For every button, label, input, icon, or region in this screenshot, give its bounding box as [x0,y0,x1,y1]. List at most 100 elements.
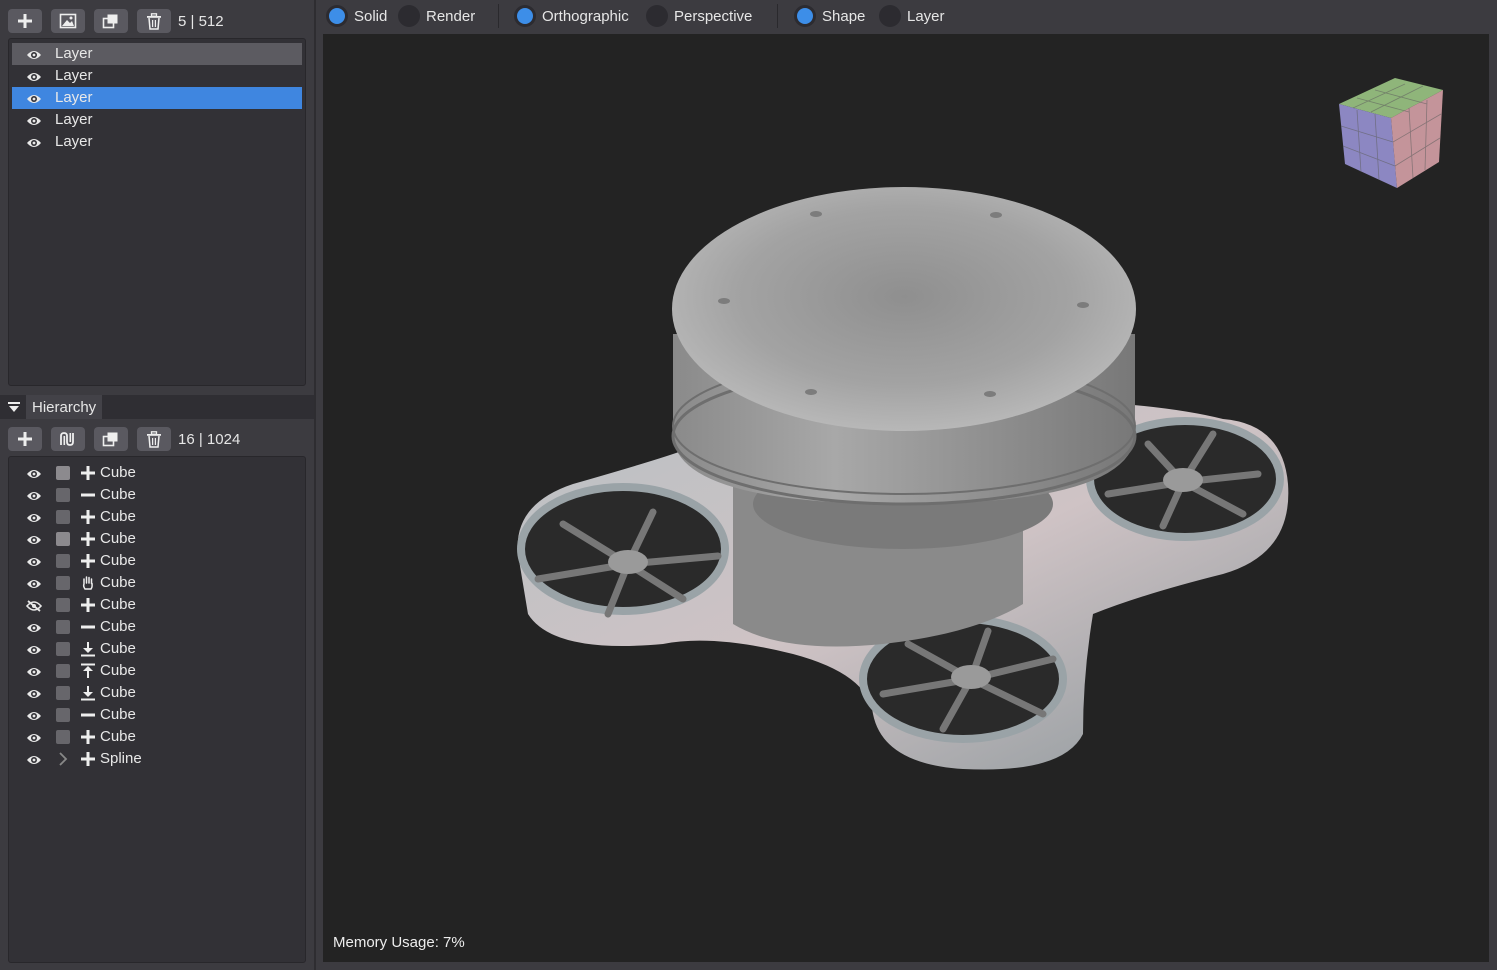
3d-viewport[interactable]: Memory Usage: 7% [323,34,1489,962]
add-shape-button[interactable] [8,427,42,451]
hand-icon[interactable] [80,575,96,591]
collapse-arrow-icon[interactable] [8,402,20,413]
hierarchy-item-label: Cube [100,464,136,481]
image-icon [59,13,77,29]
hierarchy-item[interactable]: Cube [12,506,302,528]
delete-layer-button[interactable] [137,9,171,33]
plus-icon[interactable] [80,553,96,569]
layer-item[interactable]: Layer [12,43,302,65]
color-swatch[interactable] [56,730,70,744]
hierarchy-item[interactable]: Cube [12,550,302,572]
eye-icon[interactable] [26,555,42,572]
arrow-up-icon[interactable] [80,663,96,679]
add-spline-button[interactable] [51,427,85,451]
eye-off-icon[interactable] [25,599,43,616]
color-swatch[interactable] [56,664,70,678]
eye-icon[interactable] [26,48,42,65]
radio-orthographic[interactable]: Orthographic [514,4,629,28]
hierarchy-item[interactable]: Cube [12,682,302,704]
eye-icon[interactable] [26,533,42,550]
hierarchy-item-label: Cube [100,508,136,525]
eye-icon[interactable] [26,467,42,484]
hierarchy-item[interactable]: Cube [12,660,302,682]
layers-list: Layer Layer Layer Layer Layer [8,38,306,386]
hierarchy-item[interactable]: Cube [12,726,302,748]
color-swatch[interactable] [56,488,70,502]
plus-icon[interactable] [80,465,96,481]
layer-label: Layer [55,133,93,150]
color-swatch[interactable] [56,510,70,524]
eye-icon[interactable] [26,665,42,682]
hierarchy-item[interactable]: Cube [12,638,302,660]
eye-icon[interactable] [26,136,42,153]
radio-layer[interactable]: Layer [879,4,945,28]
color-swatch[interactable] [56,708,70,722]
add-layer-button[interactable] [8,9,42,33]
layer-item[interactable]: Layer [12,65,302,87]
color-swatch[interactable] [56,554,70,568]
eye-icon[interactable] [26,70,42,87]
eye-icon[interactable] [26,687,42,704]
radio-shape[interactable]: Shape [794,4,865,28]
eye-icon[interactable] [26,511,42,528]
eye-icon[interactable] [26,489,42,506]
eye-icon[interactable] [26,577,42,594]
radio-perspective[interactable]: Perspective [646,4,752,28]
chevron-right-icon[interactable] [58,752,68,770]
eye-icon[interactable] [26,114,42,131]
plus-icon[interactable] [80,531,96,547]
color-swatch[interactable] [56,620,70,634]
color-swatch[interactable] [56,466,70,480]
color-swatch[interactable] [56,686,70,700]
hierarchy-item[interactable]: Cube [12,704,302,726]
radio-perspective-label: Perspective [674,7,753,25]
radio-orthographic-dot [514,5,536,27]
radio-render-label: Render [426,7,476,25]
layer-item[interactable]: Layer [12,131,302,153]
hierarchy-item-label: Cube [100,486,136,503]
tab-hierarchy[interactable]: Hierarchy [26,395,103,419]
color-swatch[interactable] [56,576,70,590]
duplicate-shape-button[interactable] [94,427,128,451]
plus-icon[interactable] [80,509,96,525]
eye-icon[interactable] [26,643,42,660]
minus-icon[interactable] [80,487,96,503]
hierarchy-item-label: Cube [100,728,136,745]
hierarchy-item-label: Cube [100,618,136,635]
layer-item[interactable]: Layer [12,109,302,131]
hierarchy-item[interactable]: Cube [12,528,302,550]
arrow-down-icon[interactable] [80,641,96,657]
hierarchy-item[interactable]: Spline [12,748,302,770]
color-swatch[interactable] [56,598,70,612]
layer-label: Layer [55,45,93,62]
color-swatch[interactable] [56,642,70,656]
color-swatch[interactable] [56,532,70,546]
hierarchy-item[interactable]: Cube [12,462,302,484]
duplicate-layer-button[interactable] [94,9,128,33]
hierarchy-item[interactable]: Cube [12,572,302,594]
hierarchy-item-label: Cube [100,574,136,591]
eye-icon[interactable] [26,731,42,748]
plus-icon[interactable] [80,729,96,745]
eye-icon[interactable] [26,709,42,726]
plus-icon[interactable] [80,597,96,613]
plus-icon[interactable] [80,751,96,767]
layer-item[interactable]: Layer [12,87,302,109]
radio-render[interactable]: Render [398,4,475,28]
hierarchy-item[interactable]: Cube [12,616,302,638]
radio-orthographic-label: Orthographic [542,7,629,25]
eye-icon[interactable] [26,621,42,638]
view-cube-icon[interactable] [1335,74,1447,194]
radio-solid[interactable]: Solid [326,4,387,28]
minus-icon[interactable] [80,619,96,635]
eye-icon[interactable] [26,92,42,109]
trash-icon [147,12,161,30]
add-image-layer-button[interactable] [51,9,85,33]
arrow-down-icon[interactable] [80,685,96,701]
hierarchy-item[interactable]: Cube [12,594,302,616]
minus-icon[interactable] [80,707,96,723]
panel-divider[interactable] [314,0,316,970]
eye-icon[interactable] [26,753,42,770]
hierarchy-item[interactable]: Cube [12,484,302,506]
delete-shape-button[interactable] [137,427,171,451]
